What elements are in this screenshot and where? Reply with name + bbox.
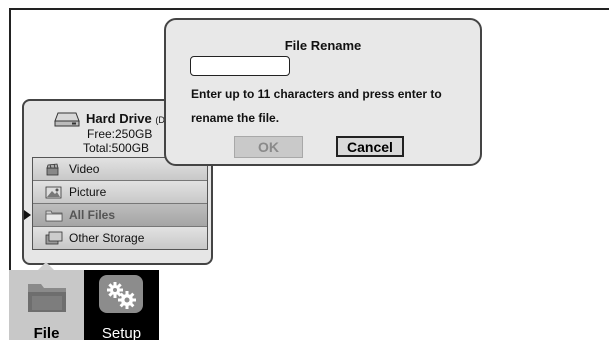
gears-icon [99, 275, 143, 313]
selection-arrow-icon [24, 210, 31, 220]
picture-icon [45, 186, 62, 199]
ok-button[interactable]: OK [234, 136, 303, 158]
drive-name: Hard Drive (De [86, 111, 170, 126]
menu-item-label: Picture [69, 185, 107, 199]
filename-input[interactable] [190, 56, 290, 76]
folder-icon [45, 210, 63, 222]
dialog-title: File Rename [284, 38, 362, 53]
menu-item-other-storage[interactable]: Other Storage [33, 227, 207, 249]
storage-icon [45, 231, 63, 245]
file-rename-dialog: File Rename Enter up to 11 characters an… [164, 18, 482, 166]
hard-drive-icon [54, 112, 80, 127]
free-space: Free:250GB [87, 127, 153, 141]
tab-file-label: File [33, 325, 60, 340]
folder-icon [28, 284, 66, 312]
tab-setup-label: Setup [101, 325, 142, 340]
menu-item-label: All Files [69, 208, 116, 222]
menu-item-label: Video [69, 162, 100, 176]
menu-item-all-files[interactable]: All Files [24, 204, 207, 227]
menu-item-picture[interactable]: Picture [33, 181, 207, 204]
menu-item-label: Other Storage [69, 231, 145, 245]
total-space: Total:500GB [83, 141, 150, 155]
video-icon [46, 163, 59, 176]
storage-menu: Video Picture All Files Other Storage [24, 157, 208, 250]
dialog-message-line2: rename the file. [191, 111, 280, 125]
dialog-message-line1: Enter up to 11 characters and press ente… [191, 87, 442, 101]
tab-setup[interactable]: Setup [84, 270, 159, 340]
tab-file[interactable]: File [9, 270, 84, 340]
cancel-button[interactable]: Cancel [336, 136, 404, 157]
